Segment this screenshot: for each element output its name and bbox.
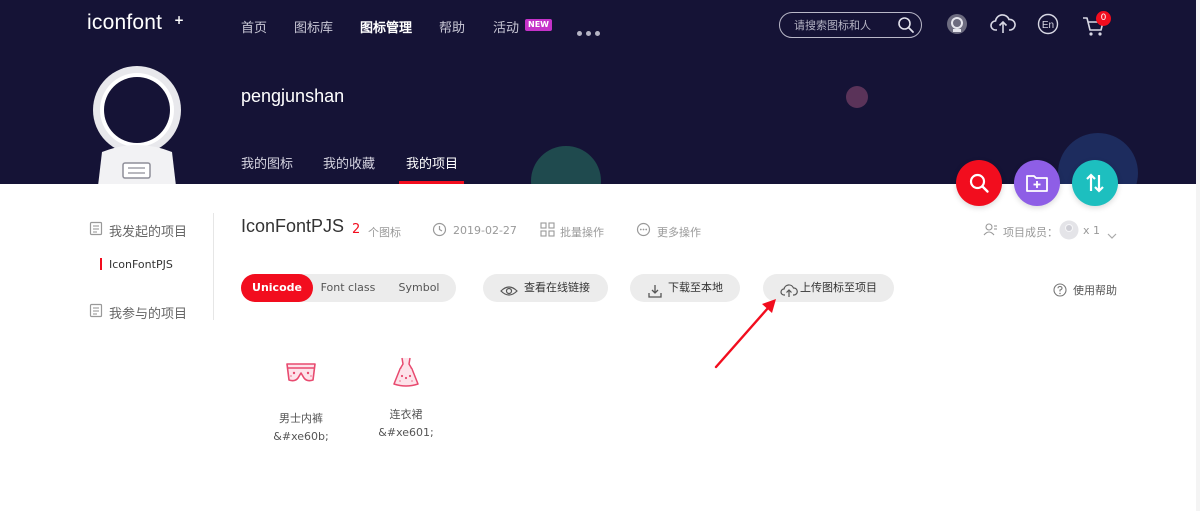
nav-home[interactable]: 首页 [241,17,267,36]
project-date: 2019-02-27 [453,224,517,237]
username: pengjunshan [241,86,345,106]
nav-activity[interactable]: 活动 [493,17,519,36]
sidebar-active-indicator [100,258,102,270]
new-badge: NEW [525,19,552,31]
search-input[interactable] [794,17,894,33]
sidebar-my-projects[interactable]: 我发起的项目 [109,221,187,240]
view-online-link-label: 查看在线链接 [524,281,590,294]
segment-font-class[interactable]: Font class [315,274,381,302]
search-box [779,12,922,38]
tab-my-favorites[interactable]: 我的收藏 [323,153,375,172]
scrollbar[interactable] [1196,0,1200,511]
more-options-icon[interactable] [636,222,651,241]
help-icon[interactable] [1053,282,1067,301]
upload-icons-label: 上传图标至项目 [800,281,877,294]
language-icon[interactable]: En [1037,13,1059,39]
icon-unicode: &#xe60b; [273,430,329,443]
icon-card[interactable]: 连衣裙 &#xe601; [361,357,451,439]
upload-cloud-icon[interactable] [990,13,1016,39]
batch-operation[interactable]: 批量操作 [560,224,604,240]
user-avatar-icon[interactable] [946,13,968,39]
project-title: IconFontPJS [241,216,345,236]
members-label: 项目成员： [1003,226,1058,239]
icon-name: 男士内裤 [279,412,323,425]
sort-fab-button[interactable] [1072,160,1118,206]
segment-symbol[interactable]: Symbol [389,274,449,302]
language-label: En [1042,20,1054,31]
nav-help[interactable]: 帮助 [439,17,465,36]
batch-icon[interactable] [540,222,555,241]
active-tab-indicator [399,181,464,184]
eye-icon [500,281,518,309]
avatar[interactable] [90,66,184,184]
member-avatar[interactable] [1059,220,1079,244]
more-operations[interactable]: 更多操作 [657,224,701,240]
sidebar-project-iconfontpjs[interactable]: IconFontPJS [109,258,173,271]
download-icon [648,281,662,309]
decorative-circle [846,86,868,108]
members-icon [983,222,998,241]
sidebar-joined-projects[interactable]: 我参与的项目 [109,303,187,322]
nav-icon-library[interactable]: 图标库 [294,17,333,36]
profile-header: iconfont + 首页 图标库 图标管理 帮助 活动 NEW En 0 [0,0,1200,184]
icon-count-unit: 个图标 [368,226,401,239]
chevron-down-icon[interactable] [1107,225,1117,244]
top-navigation: iconfont + 首页 图标库 图标管理 帮助 活动 NEW En 0 [0,0,1200,50]
icon-count: 2 [352,222,361,237]
new-project-fab-button[interactable] [1014,160,1060,206]
dress-icon [361,356,451,394]
joined-list-icon [89,303,104,322]
icon-name: 连衣裙 [389,408,423,421]
view-online-link-button[interactable]: 查看在线链接 [483,274,608,302]
cart-count-badge: 0 [1096,11,1111,26]
clock-icon [432,222,447,241]
mens-underwear-icon [256,360,346,398]
annotation-arrow [714,299,776,369]
icon-card[interactable]: 男士内裤 &#xe60b; [256,360,346,443]
format-segmented-control: Unicode Font class Symbol [241,274,456,302]
sidebar-divider [213,213,214,320]
tab-my-projects[interactable]: 我的项目 [406,153,458,172]
logo-plus: + [174,13,185,27]
logo[interactable]: iconfont [87,11,162,35]
more-menu-icon[interactable] [577,21,604,40]
decorative-circle [531,146,601,184]
search-icon[interactable] [897,16,915,38]
icon-unicode: &#xe601; [378,426,434,439]
members-count: x 1 [1083,224,1101,237]
usage-help-link[interactable]: 使用帮助 [1073,282,1117,298]
nav-icon-management[interactable]: 图标管理 [360,17,412,36]
search-fab-button[interactable] [956,160,1002,206]
project-list-icon [89,221,104,240]
segment-unicode[interactable]: Unicode [241,274,313,302]
tab-my-icons[interactable]: 我的图标 [241,153,293,172]
